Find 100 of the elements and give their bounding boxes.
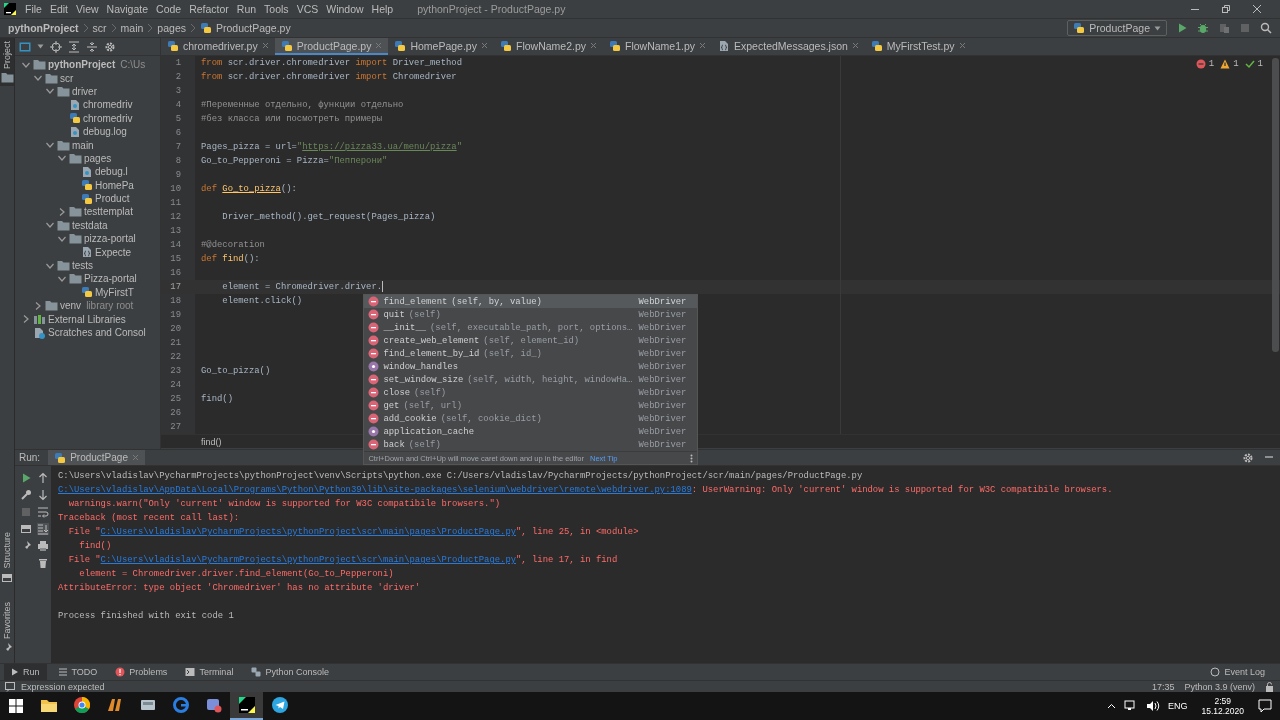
completion-item[interactable]: window_handles WebDriver — [364, 360, 698, 373]
editor-tab[interactable]: ProductPage.py — [274, 38, 389, 55]
expand-all-icon[interactable] — [68, 40, 80, 53]
tree-item[interactable]: testtemplat — [84, 206, 133, 218]
speaker-icon[interactable] — [1145, 700, 1160, 712]
run-config-dropdown[interactable]: ProductPage — [1067, 20, 1167, 36]
tree-item[interactable]: debug.l — [95, 166, 128, 178]
tree-item[interactable]: chromedriv — [83, 99, 133, 111]
tree-item[interactable]: Pizza-portal — [84, 273, 137, 285]
close-icon[interactable] — [699, 42, 707, 49]
tree-item[interactable]: tests — [72, 260, 94, 272]
breadcrumb[interactable]: pythonProject — [8, 22, 79, 34]
breadcrumb[interactable]: main — [120, 22, 144, 34]
completion-item[interactable]: back (self) WebDriver — [364, 438, 698, 451]
settings-icon[interactable] — [1242, 451, 1254, 464]
scrollbar[interactable] — [1272, 58, 1279, 352]
menu-item[interactable]: View — [76, 3, 99, 15]
breadcrumb[interactable]: ProductPage.py — [215, 22, 291, 34]
taskbar-button[interactable] — [230, 692, 263, 720]
tree-item[interactable]: pizza-portal — [84, 233, 136, 245]
menu-item[interactable]: Window — [326, 3, 364, 15]
tree-item[interactable]: Expecte — [95, 246, 132, 258]
editor-tab[interactable]: chromedriver.py — [161, 38, 275, 55]
close-icon[interactable] — [590, 42, 597, 49]
code-link[interactable]: https://pizza33.ua/menu/pizza — [302, 142, 457, 152]
completion-item[interactable]: application_cache WebDriver — [364, 425, 698, 438]
tree-item[interactable]: pages — [84, 152, 112, 164]
editor-tab[interactable]: ExpectedMessages.json — [712, 38, 865, 55]
tool-window-tab[interactable]: Python Console — [244, 664, 336, 680]
more-icon[interactable] — [690, 453, 694, 463]
file-link[interactable]: C:\Users\vladislav\AppData\Local\Programs\Python\Python39\lib\site-packages\selenium\webdriver\remote\webdriver.py:1089 — [58, 485, 692, 495]
editor-tab[interactable]: FlowName1.py — [603, 38, 713, 55]
breadcrumb[interactable]: pages — [157, 22, 186, 34]
tree-item[interactable]: driver — [72, 85, 97, 97]
menu-item[interactable]: Edit — [49, 3, 68, 15]
panel-icon[interactable] — [19, 41, 31, 52]
layout-icon[interactable] — [19, 523, 32, 535]
file-link[interactable]: C:\Users\vladislav\PycharmProjects\pythonProject\scr\main\pages\ProductPage.py — [100, 555, 517, 565]
tool-window-tab[interactable]: Problems — [108, 664, 175, 680]
tree-item[interactable]: debug.log — [83, 126, 127, 138]
tree-item[interactable]: HomePa — [95, 179, 134, 191]
interpreter-selector[interactable]: Python 3.9 (venv) — [1184, 681, 1255, 692]
menu-item[interactable]: Refactor — [189, 3, 229, 15]
menu-item[interactable]: Navigate — [106, 3, 149, 15]
wrench-icon[interactable] — [19, 489, 32, 501]
menu-item[interactable]: File — [25, 3, 42, 15]
menu-item[interactable]: VCS — [296, 3, 319, 15]
tool-window-tab[interactable]: TODO — [50, 664, 105, 680]
network-icon[interactable] — [1123, 700, 1138, 712]
bug-icon[interactable] — [1197, 22, 1209, 34]
tool-window-tab[interactable]: Run — [4, 664, 47, 680]
file-link[interactable]: C:\Users\vladislav\PycharmProjects\pythonProject\scr\main\pages\ProductPage.py — [100, 527, 517, 537]
trash-icon[interactable] — [36, 557, 49, 569]
restore-icon[interactable] — [1221, 4, 1231, 14]
start-icon[interactable] — [9, 699, 23, 713]
tree-item[interactable]: Product — [95, 193, 130, 205]
process-tab[interactable]: ProductPage — [48, 450, 145, 465]
editor-tab[interactable]: MyFirstTest.py — [864, 38, 972, 55]
down-arrow-icon[interactable] — [37, 489, 48, 501]
caret-position[interactable]: 17:35 — [1151, 681, 1175, 692]
tool-window-tab[interactable]: Terminal — [178, 664, 241, 680]
tree-item[interactable]: MyFirstT — [95, 286, 134, 298]
completion-item[interactable]: set_window_size (self, width, height, windowHa… WebDriver — [364, 373, 698, 386]
notification-icon[interactable] — [1258, 699, 1272, 713]
scroll-to-end-icon[interactable] — [36, 523, 49, 535]
target-icon[interactable] — [50, 40, 62, 53]
breadcrumb[interactable]: scr — [92, 22, 107, 34]
close-icon[interactable] — [1252, 4, 1262, 14]
completion-item[interactable]: find_element (self, by, value) WebDriver — [364, 295, 698, 308]
completion-item[interactable]: quit (self) WebDriver — [364, 308, 698, 321]
completion-item[interactable]: create_web_element (self, element_id) WebDriver — [364, 334, 698, 347]
settings-icon[interactable] — [104, 40, 116, 53]
side-tab[interactable]: Favorites — [0, 599, 14, 657]
breadcrumb[interactable]: find() — [201, 437, 222, 447]
caret-icon[interactable] — [37, 44, 44, 49]
side-tab[interactable]: Project — [0, 38, 14, 86]
warning-icon[interactable] — [1220, 59, 1231, 69]
editor-tab[interactable]: FlowName2.py — [493, 38, 603, 55]
side-tab[interactable]: Structure — [0, 529, 14, 587]
chevron-icon[interactable] — [1106, 703, 1116, 709]
menu-item[interactable]: Help — [371, 3, 394, 15]
menu-item[interactable]: Tools — [264, 3, 289, 15]
up-arrow-icon[interactable] — [37, 472, 48, 484]
error-icon[interactable] — [1195, 59, 1206, 69]
check-icon[interactable] — [1244, 59, 1255, 69]
close-icon[interactable] — [261, 42, 269, 49]
menu-item[interactable]: Run — [236, 3, 257, 15]
editor-tab[interactable]: HomePage.py — [388, 38, 494, 55]
tree-item[interactable]: testdata — [72, 219, 108, 231]
completion-item[interactable]: close (self) WebDriver — [364, 386, 698, 399]
collapse-all-icon[interactable] — [86, 40, 98, 53]
completion-item[interactable]: find_element_by_id (self, id_) WebDriver — [364, 347, 698, 360]
run-icon[interactable] — [1176, 22, 1188, 34]
tree-item[interactable]: pythonProject — [48, 59, 116, 71]
tool-window-tab[interactable]: Event Log — [1203, 664, 1272, 680]
close-icon[interactable] — [958, 42, 966, 49]
tree-item[interactable]: main — [72, 139, 94, 151]
completion-item[interactable]: get (self, url) WebDriver — [364, 399, 698, 412]
message-icon[interactable] — [5, 681, 15, 692]
print-icon[interactable] — [36, 540, 49, 552]
